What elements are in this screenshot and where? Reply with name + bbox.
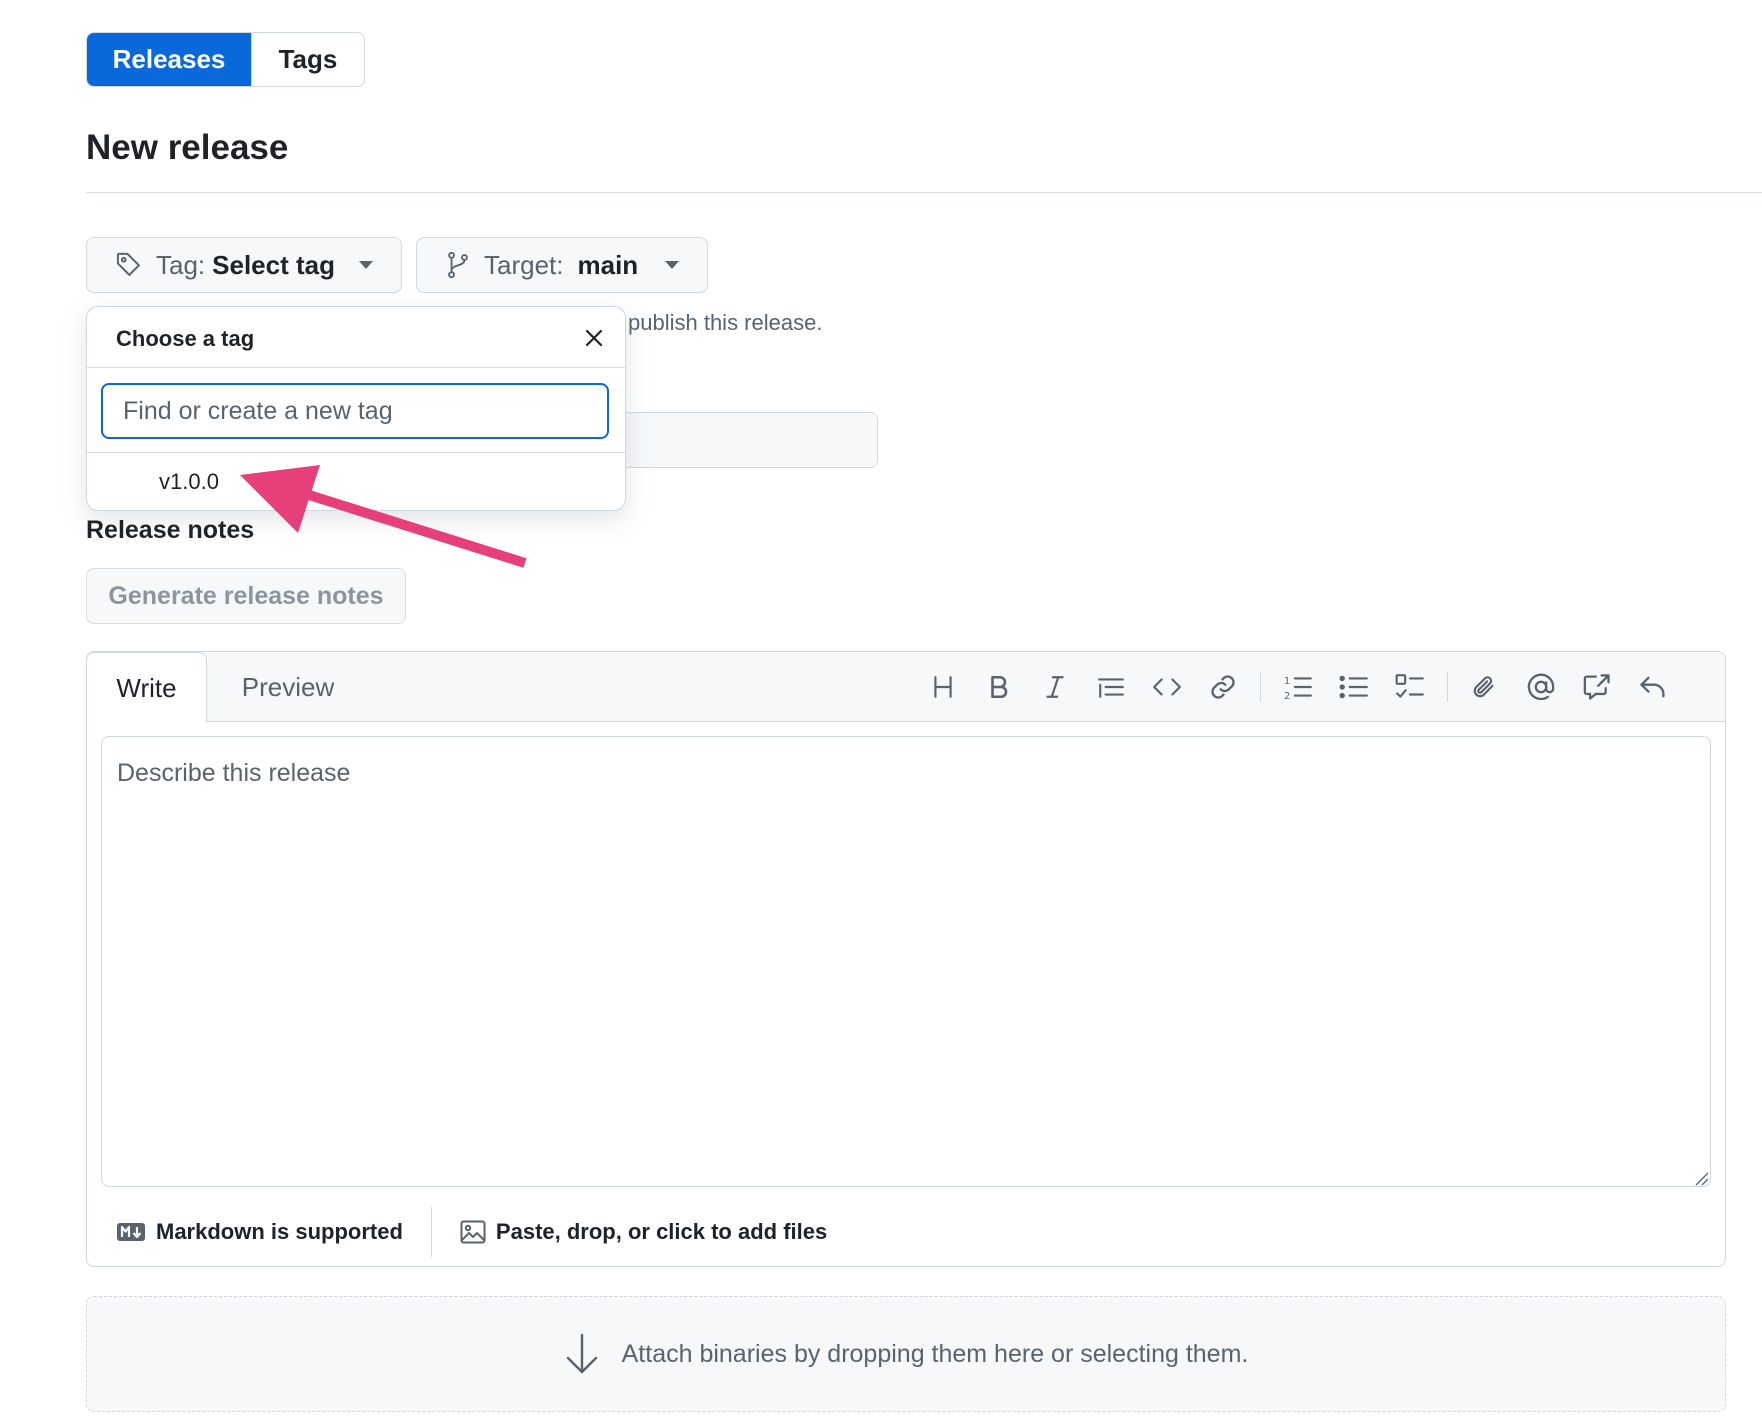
image-icon	[460, 1220, 486, 1244]
svg-text:1: 1	[1284, 676, 1290, 687]
dropdown-header: Choose a tag	[87, 307, 625, 368]
title-divider	[86, 192, 1762, 193]
git-branch-icon	[445, 251, 471, 279]
bold-icon[interactable]	[984, 672, 1014, 702]
attach-icon[interactable]	[1470, 672, 1500, 702]
dropdown-title: Choose a tag	[116, 326, 255, 351]
svg-text:2: 2	[1284, 691, 1290, 701]
release-notes-label: Release notes	[86, 516, 255, 544]
footer-divider	[430, 1207, 432, 1257]
tag-select-button[interactable]: Tag: Select tag	[86, 237, 402, 293]
target-branch-button[interactable]: Target: main	[416, 237, 708, 293]
tag-search-input[interactable]	[101, 383, 609, 439]
close-icon[interactable]	[581, 325, 607, 351]
tab-preview[interactable]: Preview	[217, 652, 359, 722]
target-value: main	[577, 249, 639, 280]
markdown-supported-link[interactable]: Markdown is supported	[116, 1219, 403, 1245]
target-label: Target:	[484, 249, 564, 280]
editor-toolbar: 12	[915, 652, 1681, 722]
generate-release-notes-button[interactable]: Generate release notes	[86, 568, 406, 624]
editor-footer: Markdown is supported Paste, drop, or cl…	[87, 1198, 1725, 1266]
releases-tags-toggle: Releases Tags	[86, 32, 365, 87]
markdown-supported-text: Markdown is supported	[156, 1219, 403, 1244]
chevron-down-icon	[359, 261, 373, 269]
attach-binaries-dropzone[interactable]: Attach binaries by dropping them here or…	[86, 1296, 1726, 1412]
arrow-down-icon	[564, 1332, 600, 1376]
tag-select-value: Select tag	[212, 249, 335, 280]
release-description-textarea[interactable]	[101, 736, 1711, 1187]
quote-icon[interactable]	[1096, 672, 1126, 702]
link-icon[interactable]	[1208, 672, 1238, 702]
releases-tab[interactable]: Releases	[87, 33, 251, 86]
tag-hint-text: publish this release.	[628, 310, 823, 335]
tag-icon	[115, 251, 143, 279]
editor-header: Write Preview 12	[86, 652, 1725, 723]
reply-icon[interactable]	[1638, 672, 1668, 702]
add-files-text: Paste, drop, or click to add files	[495, 1219, 828, 1244]
annotation-arrow-icon	[230, 455, 540, 585]
tag-select-label: Tag:	[156, 249, 206, 280]
code-icon[interactable]	[1152, 672, 1182, 702]
toolbar-divider	[1260, 672, 1261, 702]
attach-binaries-text: Attach binaries by dropping them here or…	[621, 1339, 1249, 1368]
tab-write[interactable]: Write	[86, 652, 207, 723]
add-files-button[interactable]: Paste, drop, or click to add files	[460, 1219, 827, 1245]
heading-icon[interactable]	[928, 672, 958, 702]
task-list-icon[interactable]	[1395, 672, 1425, 702]
cross-reference-icon[interactable]	[1582, 672, 1612, 702]
markdown-editor: Write Preview 12 Describe this release M…	[86, 651, 1726, 1267]
markdown-icon	[116, 1222, 146, 1242]
tags-tab[interactable]: Tags	[251, 33, 364, 86]
page-title: New release	[86, 128, 289, 167]
resize-handle-icon[interactable]	[1693, 1170, 1709, 1186]
chevron-down-icon	[665, 261, 679, 269]
mention-icon[interactable]	[1526, 672, 1556, 702]
italic-icon[interactable]	[1040, 672, 1070, 702]
toolbar-divider	[1447, 672, 1448, 702]
ordered-list-icon[interactable]: 12	[1283, 672, 1313, 702]
unordered-list-icon[interactable]	[1339, 672, 1369, 702]
